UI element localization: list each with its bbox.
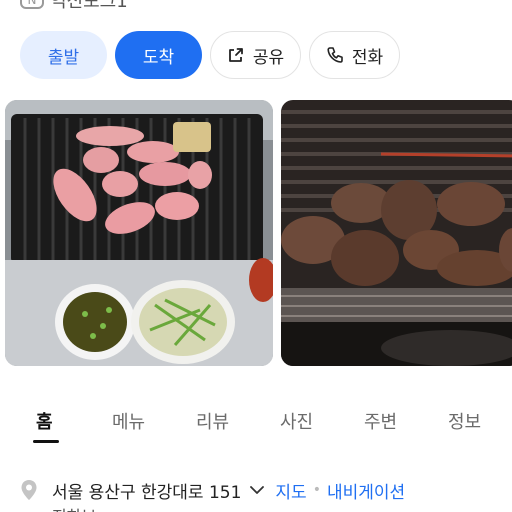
chevron-down-icon[interactable] (249, 485, 265, 495)
place-title-partial: 역전포크1 (50, 0, 128, 12)
pork-photo-image (5, 100, 273, 366)
map-link[interactable]: 지도 (275, 478, 306, 503)
action-buttons: 출발 도착 공유 전화 (20, 31, 400, 79)
share-icon (228, 48, 243, 62)
call-button-label: 전화 (351, 47, 384, 68)
tab-nearby[interactable]: 주변 (364, 408, 397, 434)
address-text: 서울 용산구 한강대로 151 (52, 482, 242, 503)
tab-bar: 홈 메뉴 리뷰 사진 주변 정보 (0, 400, 512, 448)
address-row: 서울 용산구 한강대로 151 지도 • 내비게이션 (20, 478, 405, 503)
active-tab-indicator (33, 440, 59, 443)
arrive-button-label: 도착 (142, 47, 175, 68)
share-button-label: 공유 (252, 47, 285, 68)
tab-home[interactable]: 홈 (36, 408, 53, 434)
photo-thumbnail-grilled-meat[interactable] (281, 100, 512, 366)
call-button[interactable]: 전화 (309, 31, 400, 79)
tab-review[interactable]: 리뷰 (196, 408, 229, 434)
share-button[interactable]: 공유 (210, 31, 301, 79)
photo-thumbnail-pork[interactable] (5, 100, 273, 366)
photo-strip[interactable] (5, 100, 512, 366)
tab-info[interactable]: 정보 (448, 408, 481, 434)
start-button-label: 출발 (47, 47, 80, 68)
place-badge-icon: N (20, 0, 44, 9)
location-pin-icon (21, 480, 37, 500)
subway-info-partial: 지하보 (52, 503, 96, 512)
navigation-link[interactable]: 내비게이션 (327, 478, 405, 503)
start-button[interactable]: 출발 (20, 31, 107, 79)
grilled-meat-photo-image (281, 100, 512, 366)
tab-menu[interactable]: 메뉴 (112, 408, 145, 434)
place-header-partial: N 역전포크1 (20, 0, 128, 12)
tab-photo[interactable]: 사진 (280, 408, 313, 434)
phone-icon (327, 47, 343, 63)
separator-dot: • (312, 482, 321, 498)
arrive-button[interactable]: 도착 (115, 31, 202, 79)
